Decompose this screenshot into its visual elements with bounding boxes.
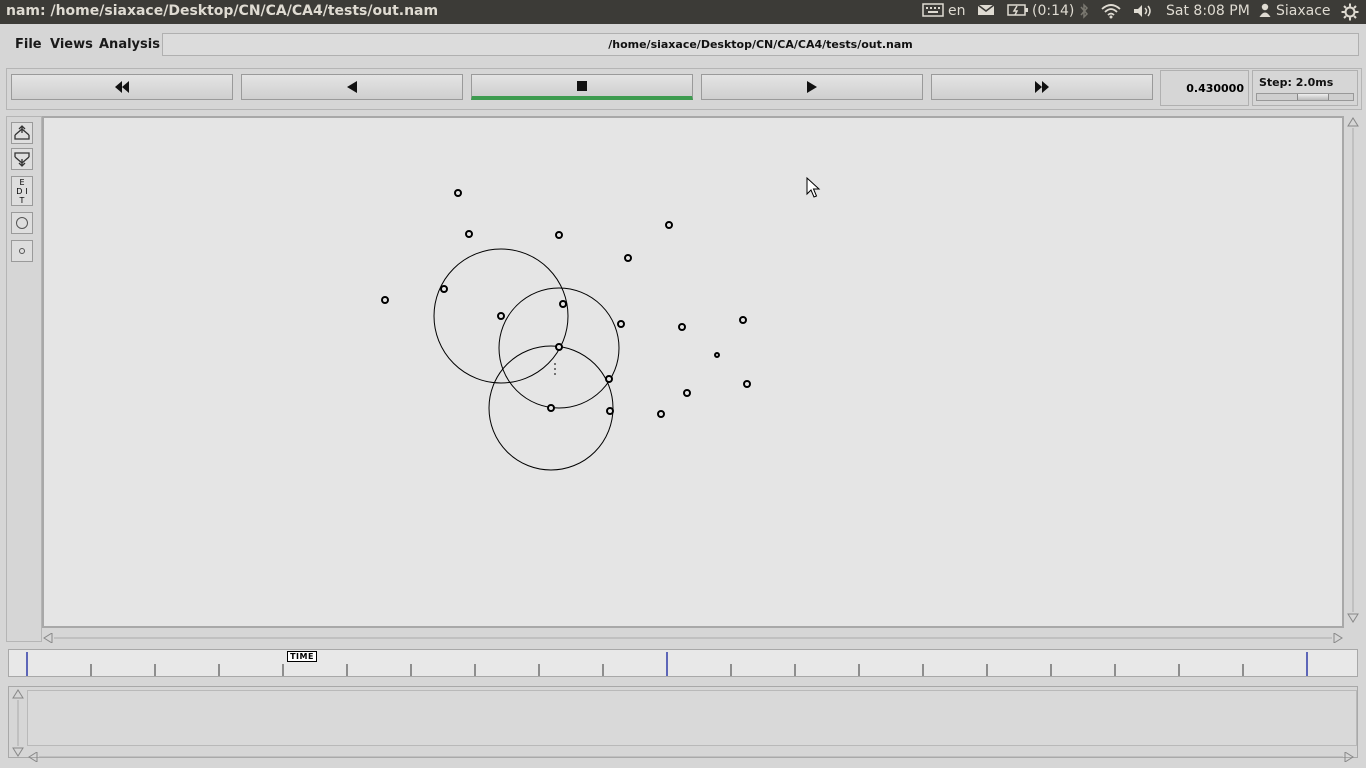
node[interactable] <box>465 230 473 238</box>
fast-rewind-icon <box>115 81 129 93</box>
volume-icon[interactable] <box>1132 3 1154 23</box>
step-slider[interactable] <box>1256 93 1354 101</box>
bluetooth-icon[interactable] <box>1078 3 1090 23</box>
time-slider-marker[interactable]: TIME <box>287 651 317 662</box>
fast-forward-icon <box>1035 81 1049 93</box>
node[interactable] <box>497 312 505 320</box>
user-name[interactable]: Siaxace <box>1276 3 1331 19</box>
battery-icon[interactable] <box>1007 3 1029 21</box>
node[interactable] <box>665 221 673 229</box>
annotation-horizontal-scrollbar[interactable] <box>27 747 1357 763</box>
zoom-out-button[interactable] <box>11 148 33 170</box>
scroll-down-arrow-icon[interactable] <box>1347 613 1359 623</box>
node[interactable] <box>559 300 567 308</box>
rewind-button[interactable] <box>241 74 463 100</box>
time-marker-label: TIME <box>290 652 314 661</box>
scroll-right-arrow-icon[interactable] <box>1333 632 1343 644</box>
scroll-right-arrow-icon[interactable] <box>1344 751 1354 763</box>
canvas-vertical-scrollbar[interactable] <box>1346 116 1360 628</box>
menu-analysis[interactable]: Analysis <box>99 37 160 52</box>
node[interactable] <box>605 375 613 383</box>
window-title: nam: /home/siaxace/Desktop/CN/CA/CA4/tes… <box>6 3 439 19</box>
node[interactable] <box>606 407 614 415</box>
step-control: Step: 2.0ms <box>1252 70 1358 106</box>
edit-button[interactable]: EDIT <box>11 176 33 206</box>
clock[interactable]: Sat 8:08 PM <box>1166 3 1250 19</box>
step-slider-thumb[interactable] <box>1297 94 1329 100</box>
settings-gear-icon[interactable] <box>1341 3 1359 25</box>
user-icon[interactable] <box>1259 3 1271 21</box>
play-icon <box>807 81 817 93</box>
current-time-display: 0.430000 <box>1160 70 1249 106</box>
node[interactable] <box>743 380 751 388</box>
small-circle-icon <box>19 248 25 254</box>
scroll-left-arrow-icon[interactable] <box>43 632 53 644</box>
keyboard-icon[interactable] <box>922 3 944 21</box>
node[interactable] <box>739 316 747 324</box>
keyboard-layout-indicator[interactable]: en <box>948 3 966 19</box>
menu-views[interactable]: Views <box>50 37 93 52</box>
node[interactable] <box>617 320 625 328</box>
node-small-button[interactable] <box>11 240 33 262</box>
battery-time[interactable]: (0:14) <box>1032 3 1074 19</box>
topology-drawing <box>381 176 821 471</box>
scroll-up-arrow-icon[interactable] <box>12 689 24 699</box>
node[interactable] <box>555 343 563 351</box>
node[interactable] <box>678 323 686 331</box>
step-label: Step: 2.0ms <box>1259 76 1334 89</box>
node[interactable] <box>683 389 691 397</box>
wifi-icon[interactable] <box>1100 3 1122 23</box>
play-button[interactable] <box>701 74 923 100</box>
annotation-vertical-scrollbar[interactable] <box>10 688 28 758</box>
fast-rewind-button[interactable] <box>11 74 233 100</box>
node[interactable] <box>714 352 720 358</box>
node[interactable] <box>624 254 632 262</box>
zoom-out-icon <box>14 152 30 167</box>
stop-button[interactable] <box>471 74 693 100</box>
zoom-in-button[interactable] <box>11 122 33 144</box>
time-slider[interactable]: TIME <box>8 649 1358 677</box>
annotation-list[interactable] <box>27 690 1357 746</box>
zoom-in-icon <box>14 125 30 140</box>
fast-forward-button[interactable] <box>931 74 1153 100</box>
menu-file[interactable]: File <box>15 37 42 52</box>
node[interactable] <box>454 189 462 197</box>
node[interactable] <box>440 285 448 293</box>
network-animation-canvas[interactable] <box>42 116 1344 628</box>
node-large-button[interactable] <box>11 212 33 234</box>
mouse-cursor-icon <box>806 176 821 198</box>
rewind-icon <box>347 81 357 93</box>
stop-icon <box>577 80 587 91</box>
system-top-bar: nam: /home/siaxace/Desktop/CN/CA/CA4/tes… <box>0 0 1366 24</box>
scroll-down-arrow-icon[interactable] <box>12 747 24 757</box>
node[interactable] <box>657 410 665 418</box>
node[interactable] <box>547 404 555 412</box>
mail-icon[interactable] <box>977 3 995 21</box>
circle-icon <box>16 217 28 229</box>
scroll-up-arrow-icon[interactable] <box>1347 117 1359 127</box>
node[interactable] <box>381 296 389 304</box>
trace-file-path: /home/siaxace/Desktop/CN/CA/CA4/tests/ou… <box>162 33 1359 56</box>
canvas-horizontal-scrollbar[interactable] <box>42 628 1346 644</box>
scroll-left-arrow-icon[interactable] <box>28 751 38 763</box>
node[interactable] <box>555 231 563 239</box>
